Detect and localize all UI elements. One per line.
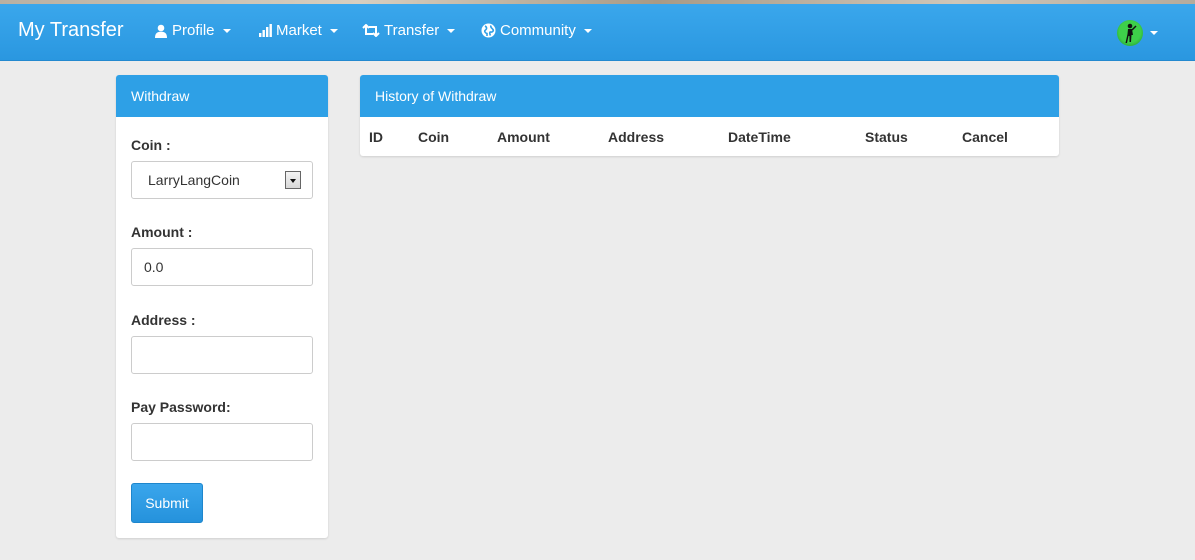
- withdraw-history-panel: History of Withdraw ID Coin Amount Addre…: [360, 75, 1059, 156]
- column-header-amount: Amount: [497, 129, 550, 145]
- column-header-datetime: DateTime: [728, 129, 791, 145]
- nav-market[interactable]: Market: [259, 22, 338, 39]
- nav-community[interactable]: Community: [481, 22, 592, 39]
- column-header-id: ID: [369, 129, 383, 145]
- brand-link[interactable]: My Transfer: [18, 19, 124, 42]
- address-label: Address :: [131, 312, 196, 328]
- amount-label: Amount :: [131, 224, 193, 240]
- withdraw-panel: Withdraw Coin : LarryLangCoin Amount : A…: [116, 75, 328, 538]
- nav-transfer-label: Transfer: [384, 22, 440, 39]
- nav-transfer[interactable]: Transfer: [362, 22, 456, 39]
- chevron-down-icon: [329, 28, 338, 33]
- pay-password-label: Pay Password:: [131, 399, 231, 415]
- amount-input[interactable]: [131, 248, 313, 286]
- column-header-status: Status: [865, 129, 908, 145]
- withdraw-panel-title: Withdraw: [116, 75, 328, 117]
- withdraw-history-title: History of Withdraw: [360, 75, 1059, 117]
- pay-password-input[interactable]: [131, 423, 313, 461]
- top-navbar: My Transfer Profile Market Transfer Comm…: [0, 4, 1195, 61]
- column-header-coin: Coin: [418, 129, 450, 145]
- dropdown-arrow-icon[interactable]: [285, 171, 301, 189]
- coin-select[interactable]: LarryLangCoin: [131, 161, 313, 199]
- coin-label: Coin :: [131, 137, 171, 153]
- column-header-address: Address: [608, 129, 665, 145]
- chevron-down-icon: [222, 28, 231, 33]
- nav-profile-label: Profile: [172, 22, 215, 39]
- avatar: [1117, 20, 1143, 46]
- bar-chart-icon: [259, 24, 272, 37]
- column-header-cancel: Cancel: [962, 129, 1008, 145]
- user-menu-toggle[interactable]: [1117, 20, 1158, 46]
- user-icon: [155, 24, 167, 38]
- address-input[interactable]: [131, 336, 313, 374]
- chevron-down-icon: [1150, 31, 1158, 35]
- nav-profile[interactable]: Profile: [154, 22, 231, 39]
- chevron-down-icon: [447, 28, 456, 33]
- globe-icon: [481, 23, 496, 38]
- nav-community-label: Community: [500, 22, 576, 39]
- submit-button[interactable]: Submit: [131, 483, 203, 523]
- retweet-icon: [362, 24, 380, 37]
- nav-market-label: Market: [276, 22, 322, 39]
- coin-select-value: LarryLangCoin: [148, 172, 240, 188]
- chevron-down-icon: [583, 28, 592, 33]
